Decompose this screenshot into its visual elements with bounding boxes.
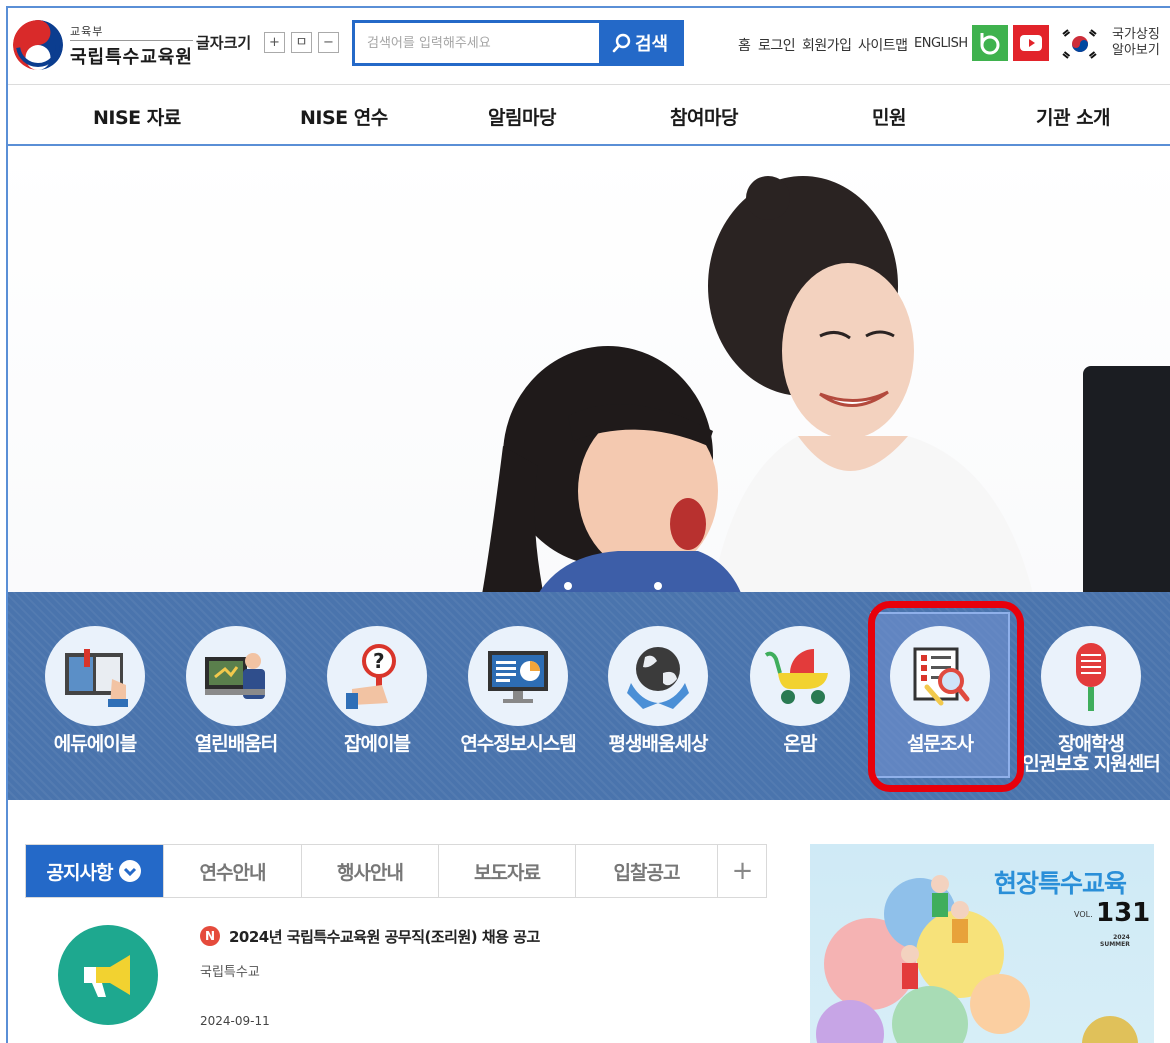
search-input[interactable] <box>355 23 601 63</box>
search-button-label: 검색 <box>634 34 669 55</box>
more-button[interactable]: + <box>718 845 766 897</box>
search-box: 검색 <box>352 20 684 66</box>
quick-link-label: 에듀에이블 <box>53 733 137 755</box>
teacher-board-icon <box>186 626 286 726</box>
quick-link-label-multiline: 장애학생 인권보호 지원센터 <box>1011 734 1170 774</box>
banner-year: 2024 <box>1113 934 1130 941</box>
nav-item-notice-board[interactable]: 알림마당 <box>488 103 556 130</box>
search-icon <box>612 33 631 53</box>
national-flag-icon[interactable] <box>1060 28 1100 60</box>
nav-item-about[interactable]: 기관 소개 <box>1036 103 1111 130</box>
notice-source: 국립특수교 <box>200 965 260 980</box>
font-size-reset-button[interactable]: ㅁ <box>291 32 312 53</box>
quick-link-label: 평생배움세상 <box>608 733 709 755</box>
banner-title: 현장특수교육 <box>994 869 1127 898</box>
page-frame: 교육부 국립특수교육원 글자크기 + ㅁ − 검색 홈 로그인 회원가입 사이트… <box>6 6 1170 1043</box>
stroller-icon <box>750 626 850 726</box>
national-symbol-line1: 국가상징 <box>1112 27 1160 42</box>
chevron-down-icon <box>119 860 142 882</box>
quick-link-open-learning[interactable]: 열린배움터 <box>166 626 306 754</box>
nav-item-nise-data[interactable]: NISE 자료 <box>93 103 181 130</box>
nav-item-participation[interactable]: 참여마당 <box>670 103 738 130</box>
font-size-increase-button[interactable]: + <box>264 32 285 53</box>
signup-link[interactable]: 회원가입 <box>802 35 852 55</box>
banner-vol-number: 131 <box>1096 898 1151 928</box>
quick-link-lifelong-learning[interactable]: 평생배움세상 <box>588 626 728 754</box>
search-button[interactable]: 검색 <box>599 23 681 63</box>
quick-link-label: 연수정보시스템 <box>460 733 576 755</box>
national-symbol-link[interactable]: 국가상징 알아보기 <box>1112 27 1160 59</box>
main-nav: NISE 자료 NISE 연수 알림마당 참여마당 민원 기관 소개 <box>8 84 1170 146</box>
quick-link-training-info-system[interactable]: 연수정보시스템 <box>448 626 588 754</box>
english-link[interactable]: ENGLISH <box>914 36 968 51</box>
quick-link-label: 온맘 <box>783 733 818 755</box>
government-emblem-icon[interactable] <box>13 20 63 70</box>
quick-link-eduable[interactable]: 에듀에이블 <box>25 626 165 754</box>
nav-item-civil-complaint[interactable]: 민원 <box>872 103 906 130</box>
job-question-icon: ? <box>327 626 427 726</box>
home-link[interactable]: 홈 <box>738 35 751 55</box>
blog-icon[interactable] <box>972 25 1008 61</box>
magazine-banner[interactable]: 현장특수교육 VOL. 131 2024 SUMMER <box>810 844 1154 1043</box>
banner-vol-label: VOL. <box>1074 910 1093 919</box>
tab-notices[interactable]: 공지사항 <box>26 845 164 897</box>
monitor-chart-icon <box>468 626 568 726</box>
tab-press-releases[interactable]: 보도자료 <box>439 845 576 897</box>
highlight-annotation-box <box>868 601 1024 792</box>
banner-season-name: SUMMER <box>1100 941 1130 948</box>
notice-tabs: 공지사항 연수안내 행사안내 보도자료 입찰공고 + <box>25 844 767 898</box>
notice-date: 2024-09-11 <box>200 1014 270 1028</box>
tab-label: 공지사항 <box>46 861 114 884</box>
logo-ministry-text[interactable]: 교육부 <box>70 23 103 39</box>
font-size-label: 글자크기 <box>196 34 252 52</box>
quick-link-label: 열린배움터 <box>194 733 278 755</box>
national-symbol-line2: 알아보기 <box>1112 43 1160 58</box>
quick-link-label: 잡에이블 <box>344 733 411 755</box>
book-icon <box>45 626 145 726</box>
globe-hands-icon <box>608 626 708 726</box>
quick-link-label-line2: 인권보호 지원센터 <box>1022 753 1160 775</box>
hero-banner: 에듀에이블 열린배움터 ? 잡에이블 연수정보시스템 평생배움세상 온맘 설문조… <box>8 146 1170 800</box>
megaphone-icon <box>58 925 158 1025</box>
microphone-icon <box>1041 626 1141 726</box>
hero-photo <box>478 176 1170 616</box>
tab-events[interactable]: 행사안내 <box>302 845 439 897</box>
quick-link-job-able[interactable]: ? 잡에이블 <box>307 626 447 754</box>
quick-link-onmam[interactable]: 온맘 <box>730 626 870 754</box>
new-badge: N <box>200 926 220 946</box>
quick-link-rights-protection-center[interactable]: 장애학생 인권보호 지원센터 <box>1011 626 1170 774</box>
tab-bid-notices[interactable]: 입찰공고 <box>576 845 718 897</box>
youtube-icon[interactable] <box>1013 25 1049 61</box>
nav-item-nise-training[interactable]: NISE 연수 <box>300 103 388 130</box>
svg-text:?: ? <box>373 649 385 673</box>
notice-title-link[interactable]: 2024년 국립특수교육원 공무직(조리원) 채용 공고 <box>229 926 540 947</box>
font-size-decrease-button[interactable]: − <box>318 32 339 53</box>
site-header: 교육부 국립특수교육원 글자크기 + ㅁ − 검색 홈 로그인 회원가입 사이트… <box>8 8 1170 84</box>
tab-training-guide[interactable]: 연수안내 <box>164 845 302 897</box>
logo-site-name[interactable]: 국립특수교육원 <box>70 40 193 69</box>
quick-link-label-line1: 장애학생 <box>1058 733 1125 755</box>
banner-season: 2024 SUMMER <box>1100 934 1130 948</box>
login-link[interactable]: 로그인 <box>758 35 796 55</box>
sitemap-link[interactable]: 사이트맵 <box>858 35 908 55</box>
